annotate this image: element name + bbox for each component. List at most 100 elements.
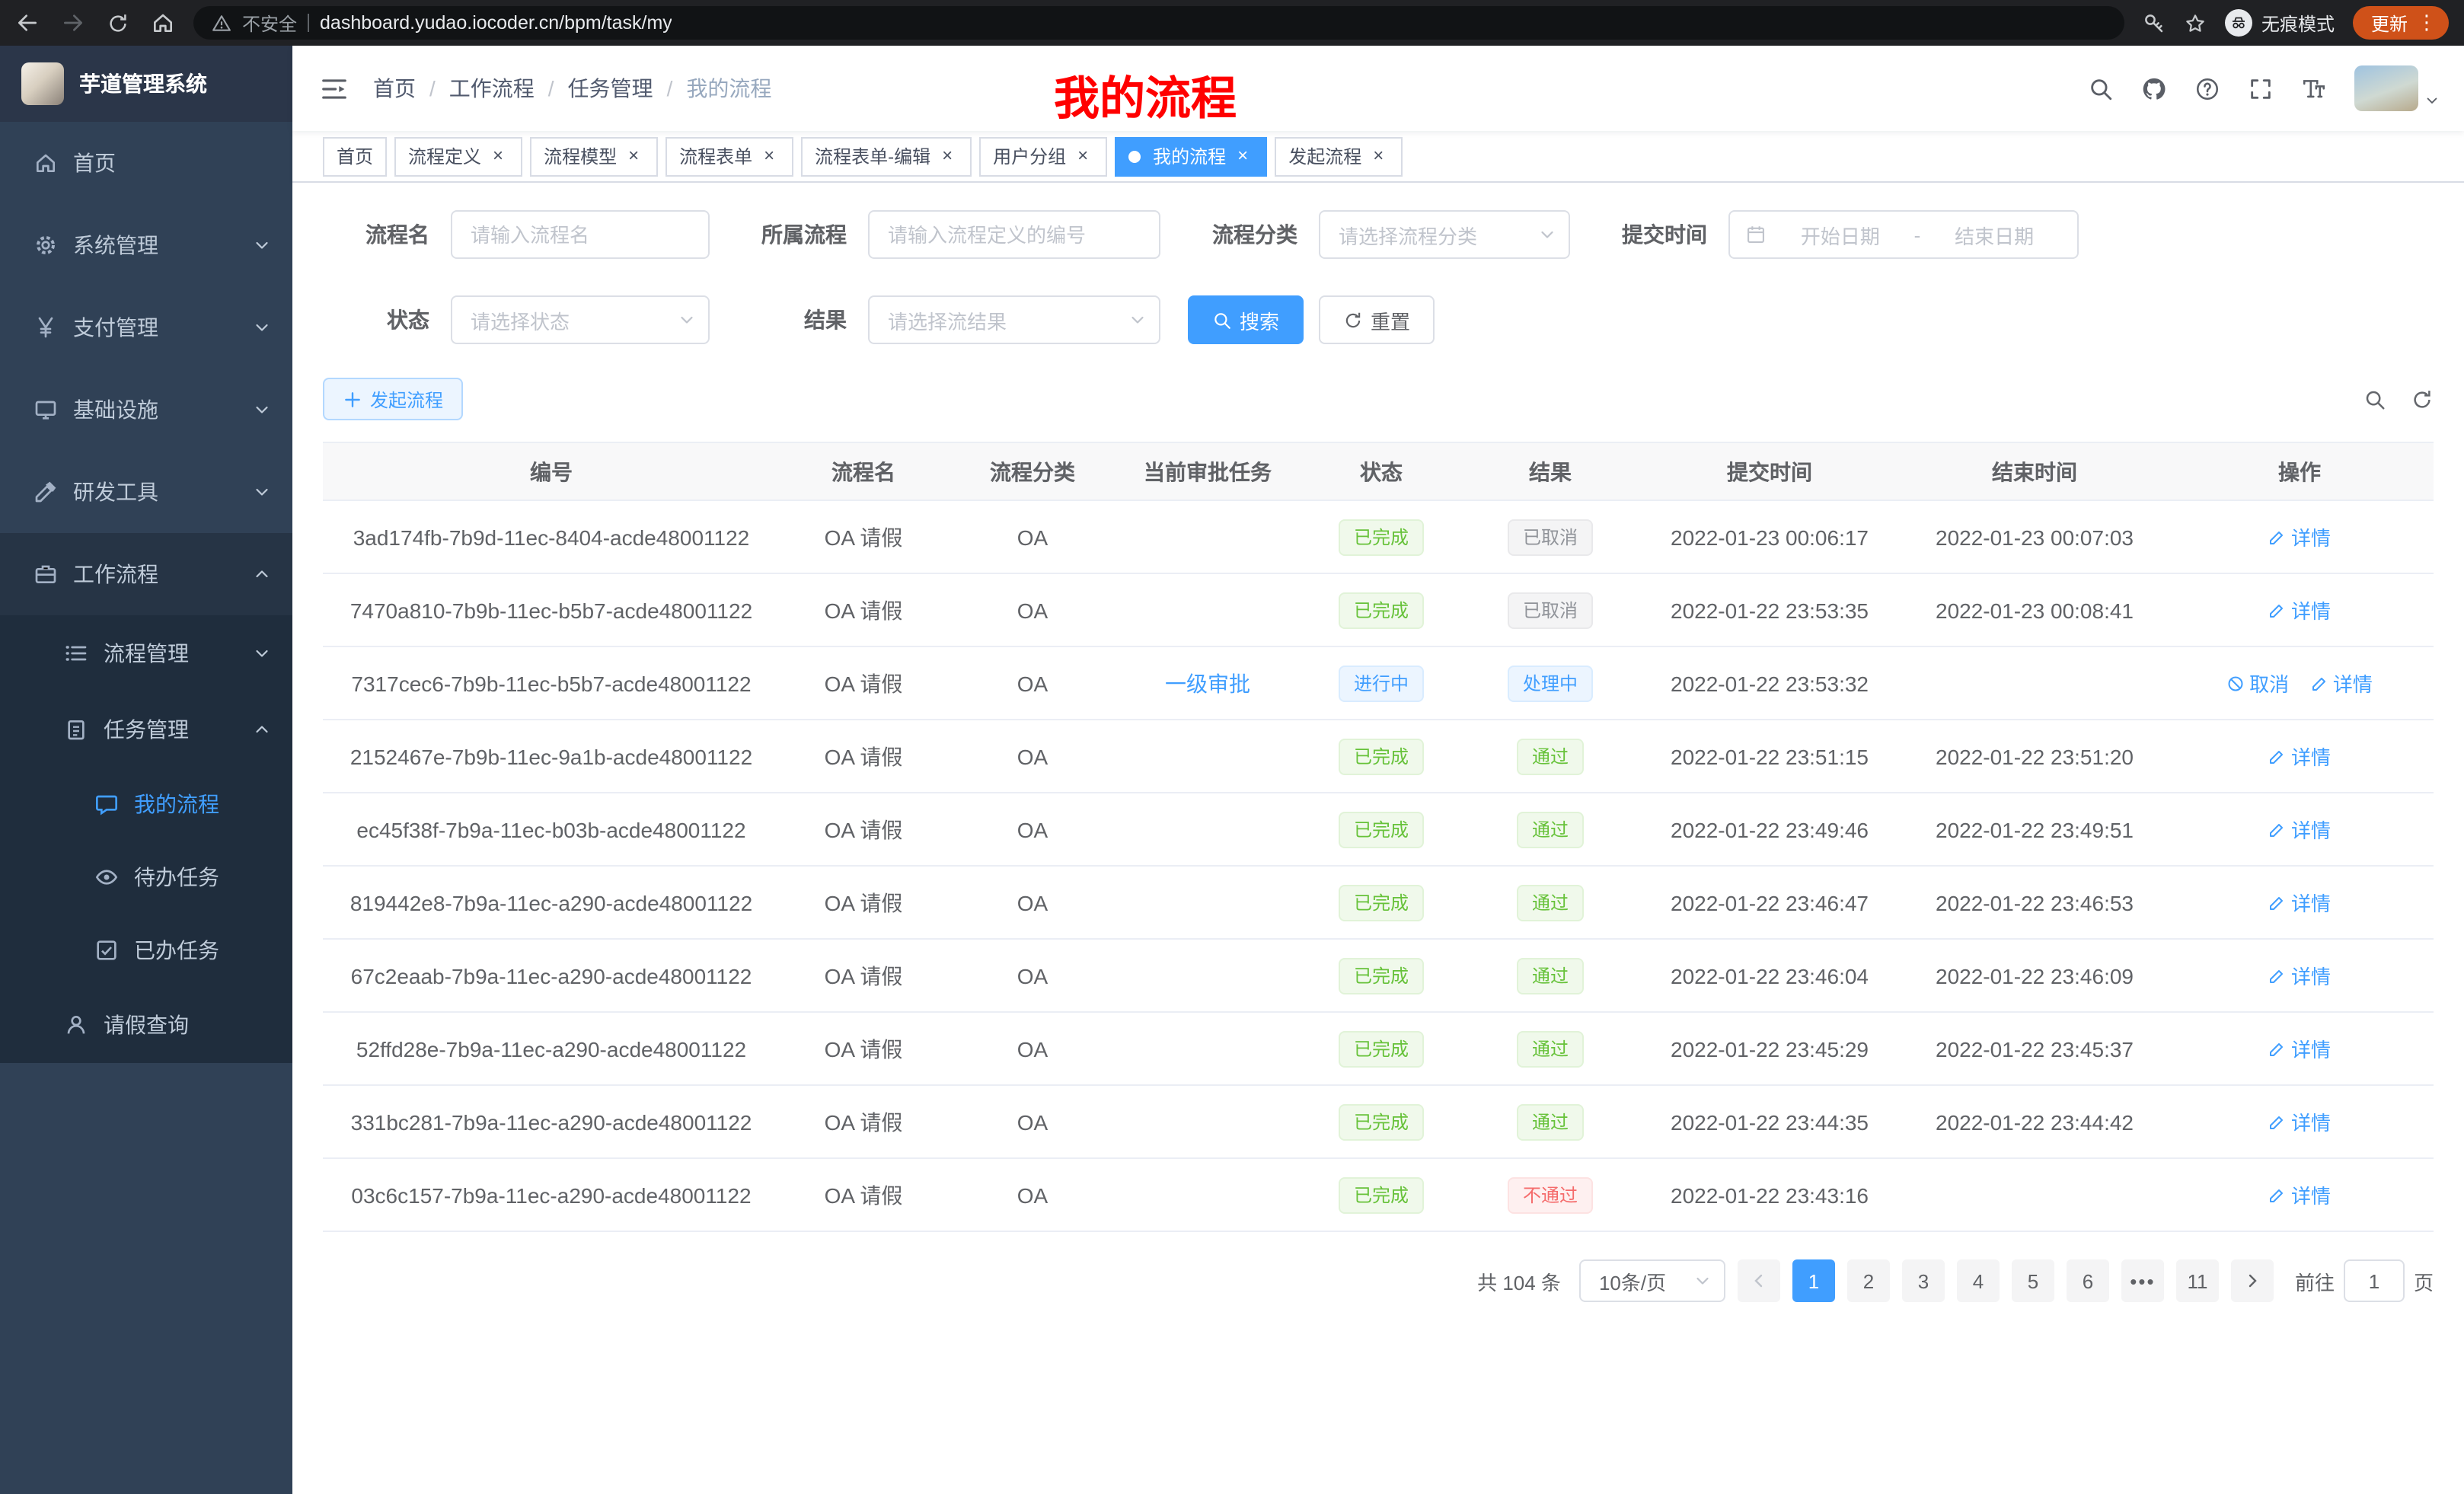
breadcrumb-item[interactable]: 首页	[373, 73, 416, 104]
result-select[interactable]: 请选择流结果	[868, 295, 1160, 344]
col-header-submit-time: 提交时间	[1636, 442, 1904, 500]
tool-icon	[34, 480, 58, 504]
sidebar-item-home[interactable]: 首页	[0, 122, 292, 204]
detail-link[interactable]: 详情	[2268, 961, 2331, 990]
reload-icon[interactable]	[107, 11, 129, 34]
sidebar-item-leave-query[interactable]: 请假查询	[0, 987, 292, 1063]
cell-id: 7317cec6-7b9b-11ec-b5b7-acde48001122	[323, 646, 780, 720]
incognito-badge: 无痕模式	[2225, 9, 2335, 37]
next-page-button[interactable]	[2231, 1259, 2274, 1302]
tab-my-process[interactable]: 我的流程	[1115, 136, 1267, 176]
detail-link[interactable]: 详情	[2268, 888, 2331, 917]
cell-name: OA 请假	[780, 500, 947, 573]
col-header-category: 流程分类	[947, 442, 1118, 500]
status-tag: 已完成	[1339, 957, 1424, 994]
sidebar-item-process-mgmt[interactable]: 流程管理	[0, 615, 292, 691]
fullscreen-icon[interactable]	[2248, 75, 2274, 101]
sidebar-item-todo-tasks[interactable]: 待办任务	[0, 841, 292, 914]
refresh-table-icon[interactable]	[2411, 388, 2434, 410]
tab-start-process[interactable]: 发起流程	[1275, 136, 1403, 176]
sidebar-toggle-icon[interactable]	[320, 74, 349, 103]
address-bar[interactable]: 不安全 dashboard.yudao.iocoder.cn/bpm/task/…	[193, 6, 2124, 40]
sidebar-item-infrastructure[interactable]: 基础设施	[0, 369, 292, 451]
top-navbar: 首页 / 工作流程 / 任务管理 / 我的流程 我的流程	[292, 46, 2464, 131]
reset-button[interactable]: 重置	[1319, 295, 1435, 344]
col-header-status: 状态	[1297, 442, 1465, 500]
user-menu[interactable]	[2354, 65, 2440, 111]
page-button-6[interactable]: 6	[2067, 1259, 2109, 1302]
detail-link[interactable]: 详情	[2268, 1180, 2331, 1209]
sidebar-item-system-mgmt[interactable]: 系统管理	[0, 204, 292, 286]
result-tag: 处理中	[1508, 665, 1593, 701]
date-end-placeholder: 结束日期	[1926, 220, 2062, 249]
tab-close-icon[interactable]	[758, 145, 780, 167]
bookmark-star-icon[interactable]	[2184, 11, 2207, 34]
tab-close-icon[interactable]	[1072, 145, 1093, 167]
menu-label: 请假查询	[104, 1010, 271, 1040]
update-button[interactable]: 更新 ⋮	[2353, 6, 2449, 40]
create-process-button[interactable]: 发起流程	[323, 378, 463, 420]
tab-close-icon[interactable]	[1232, 145, 1253, 167]
sidebar-item-payment-mgmt[interactable]: 支付管理	[0, 286, 292, 369]
font-size-icon[interactable]	[2301, 75, 2327, 101]
cell-end-time	[1904, 1158, 2166, 1231]
cancel-link[interactable]: 取消	[2226, 669, 2289, 698]
detail-link[interactable]: 详情	[2310, 669, 2373, 698]
tab-process-form[interactable]: 流程表单	[665, 136, 793, 176]
tab-close-icon[interactable]	[487, 145, 509, 167]
page-size-select[interactable]: 10条/页	[1579, 1259, 1725, 1302]
tab-process-model[interactable]: 流程模型	[530, 136, 658, 176]
search-button[interactable]: 搜索	[1188, 295, 1304, 344]
github-icon[interactable]	[2141, 75, 2167, 101]
sidebar-item-workflow[interactable]: 工作流程	[0, 533, 292, 615]
sidebar-item-task-mgmt[interactable]: 任务管理	[0, 691, 292, 768]
detail-link[interactable]: 详情	[2268, 1034, 2331, 1063]
cell-id: 2152467e-7b9b-11ec-9a1b-acde48001122	[323, 720, 780, 793]
sidebar-item-my-process[interactable]: 我的流程	[0, 768, 292, 841]
page-button-5[interactable]: 5	[2012, 1259, 2054, 1302]
back-icon[interactable]	[15, 11, 40, 35]
tab-process-definition[interactable]: 流程定义	[394, 136, 522, 176]
tab-home[interactable]: 首页	[323, 136, 387, 176]
goto-prefix: 前往	[2295, 1266, 2335, 1295]
sidebar-item-done-tasks[interactable]: 已办任务	[0, 914, 292, 987]
detail-link[interactable]: 详情	[2268, 1107, 2331, 1136]
submit-time-range-picker[interactable]: 开始日期 - 结束日期	[1728, 210, 2079, 259]
browser-home-icon[interactable]	[151, 11, 175, 35]
app-logo[interactable]: 芋道管理系统	[0, 46, 292, 122]
process-table: 编号 流程名 流程分类 当前审批任务 状态 结果 提交时间 结束时间 操作	[323, 442, 2434, 1232]
page-button-3[interactable]: 3	[1902, 1259, 1945, 1302]
goto-page-input[interactable]	[2344, 1259, 2405, 1302]
more-pages-button[interactable]: •••	[2121, 1259, 2164, 1302]
breadcrumb-item[interactable]: 任务管理	[568, 73, 653, 104]
cell-category: OA	[947, 500, 1118, 573]
forward-icon[interactable]	[61, 11, 85, 35]
page-button-2[interactable]: 2	[1847, 1259, 1890, 1302]
help-icon[interactable]	[2194, 75, 2220, 101]
search-icon[interactable]	[2088, 75, 2114, 101]
detail-link[interactable]: 详情	[2268, 522, 2331, 551]
process-name-input[interactable]	[451, 210, 710, 259]
breadcrumb-item[interactable]: 工作流程	[449, 73, 535, 104]
category-select[interactable]: 请选择流程分类	[1319, 210, 1570, 259]
status-select[interactable]: 请选择状态	[451, 295, 710, 344]
page-button-4[interactable]: 4	[1957, 1259, 2000, 1302]
process-definition-input[interactable]	[868, 210, 1160, 259]
tab-close-icon[interactable]	[1368, 145, 1389, 167]
prev-page-button[interactable]	[1738, 1259, 1780, 1302]
toggle-search-icon[interactable]	[2363, 388, 2386, 410]
current-task-link[interactable]: 一级审批	[1165, 671, 1250, 695]
key-icon[interactable]	[2143, 11, 2166, 34]
detail-link[interactable]: 详情	[2268, 742, 2331, 771]
sidebar-item-devtools[interactable]: 研发工具	[0, 451, 292, 533]
chevron-down-icon	[253, 401, 271, 419]
tab-process-form-edit[interactable]: 流程表单-编辑	[801, 136, 972, 176]
detail-link[interactable]: 详情	[2268, 815, 2331, 844]
browser-menu-icon[interactable]: ⋮	[2417, 11, 2437, 35]
page-button-1[interactable]: 1	[1792, 1259, 1835, 1302]
tab-close-icon[interactable]	[937, 145, 958, 167]
tab-user-group[interactable]: 用户分组	[979, 136, 1107, 176]
detail-link[interactable]: 详情	[2268, 595, 2331, 624]
tab-close-icon[interactable]	[623, 145, 644, 167]
page-button-11[interactable]: 11	[2176, 1259, 2219, 1302]
